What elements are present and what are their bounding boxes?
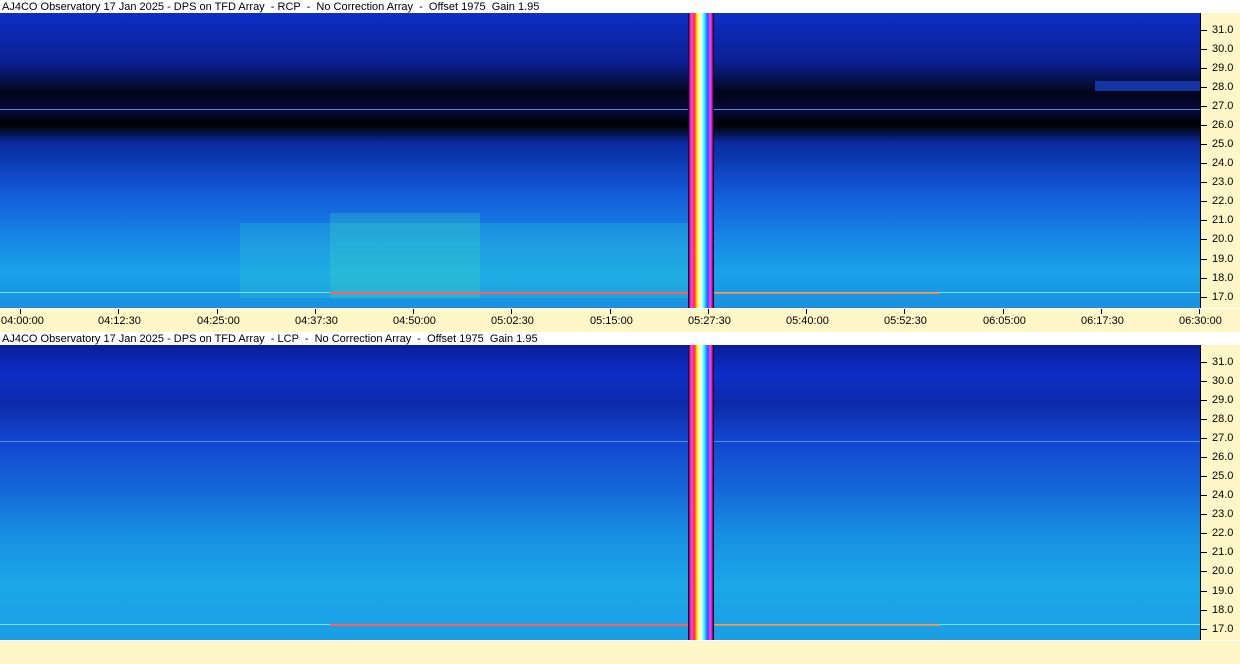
- y-tick-mark: [1201, 438, 1207, 439]
- x-tick-label: 06:17:30: [1081, 315, 1124, 327]
- x-tick-mark: [1199, 309, 1200, 314]
- y-tick-label: 17.0: [1212, 291, 1234, 303]
- y-tick-mark: [1201, 419, 1207, 420]
- x-tick-mark: [413, 309, 414, 314]
- lcp-spectrogram-image: [0, 345, 1200, 640]
- y-tick-label: 31.0: [1212, 24, 1234, 36]
- y-tick-mark: [1201, 182, 1207, 183]
- y-tick-label: 22.0: [1212, 195, 1234, 207]
- y-tick-mark: [1201, 125, 1207, 126]
- x-tick-label: 05:02:30: [491, 315, 534, 327]
- y-tick-mark: [1201, 297, 1207, 298]
- y-tick-label: 23.0: [1212, 508, 1234, 520]
- y-tick-mark: [1201, 68, 1207, 69]
- y-tick-mark: [1201, 362, 1207, 363]
- y-tick-label: 27.0: [1212, 100, 1234, 112]
- y-tick-mark: [1201, 571, 1207, 572]
- y-tick-label: 21.0: [1212, 546, 1234, 558]
- y-tick-mark: [1201, 49, 1207, 50]
- rcp-spectrogram-image: [0, 13, 1200, 308]
- x-tick-label: 06:30:00: [1179, 315, 1222, 327]
- x-tick-mark: [511, 309, 512, 314]
- y-tick-label: 30.0: [1212, 43, 1234, 55]
- y-tick-label: 22.0: [1212, 527, 1234, 539]
- x-tick-mark: [315, 309, 316, 314]
- x-tick-mark: [806, 309, 807, 314]
- rcp-spectrogram: [0, 13, 1200, 308]
- x-tick-mark: [118, 309, 119, 314]
- x-tick-label: 05:15:00: [590, 315, 633, 327]
- y-tick-mark: [1201, 201, 1207, 202]
- y-tick-label: 25.0: [1212, 138, 1234, 150]
- x-tick-mark: [610, 309, 611, 314]
- y-tick-label: 29.0: [1212, 62, 1234, 74]
- y-tick-label: 26.0: [1212, 451, 1234, 463]
- y-tick-mark: [1201, 610, 1207, 611]
- y-tick-mark: [1201, 163, 1207, 164]
- x-tick-label: 06:05:00: [983, 315, 1026, 327]
- x-tick-mark: [708, 309, 709, 314]
- y-tick-label: 18.0: [1212, 272, 1234, 284]
- x-tick-mark: [904, 309, 905, 314]
- x-tick-label: 05:27:30: [688, 315, 731, 327]
- y-tick-mark: [1201, 220, 1207, 221]
- lcp-spectrogram: [0, 345, 1200, 640]
- y-tick-mark: [1201, 278, 1207, 279]
- y-tick-mark: [1201, 476, 1207, 477]
- y-tick-mark: [1201, 30, 1207, 31]
- y-tick-mark: [1201, 144, 1207, 145]
- x-tick-label: 05:52:30: [884, 315, 927, 327]
- y-tick-label: 30.0: [1212, 375, 1234, 387]
- y-tick-mark: [1201, 457, 1207, 458]
- y-tick-mark: [1201, 514, 1207, 515]
- x-tick-label: 04:12:30: [98, 315, 141, 327]
- y-tick-label: 29.0: [1212, 394, 1234, 406]
- y-tick-label: 20.0: [1212, 233, 1234, 245]
- y-tick-label: 23.0: [1212, 176, 1234, 188]
- y-tick-mark: [1201, 495, 1207, 496]
- x-tick-mark: [217, 309, 218, 314]
- y-tick-label: 18.0: [1212, 604, 1234, 616]
- y-tick-mark: [1201, 591, 1207, 592]
- x-tick-label: 04:25:00: [197, 315, 240, 327]
- y-tick-label: 20.0: [1212, 565, 1234, 577]
- y-tick-mark: [1201, 106, 1207, 107]
- x-tick-mark: [1101, 309, 1102, 314]
- y-tick-mark: [1201, 239, 1207, 240]
- y-tick-mark: [1201, 87, 1207, 88]
- y-tick-mark: [1201, 400, 1207, 401]
- y-tick-label: 26.0: [1212, 119, 1234, 131]
- x-tick-label: 05:40:00: [786, 315, 829, 327]
- y-tick-mark: [1201, 259, 1207, 260]
- y-tick-label: 19.0: [1212, 253, 1234, 265]
- y-tick-label: 17.0: [1212, 623, 1234, 635]
- x-tick-label: 04:37:30: [295, 315, 338, 327]
- y-tick-label: 28.0: [1212, 81, 1234, 93]
- y-tick-mark: [1201, 533, 1207, 534]
- x-tick-label: 04:50:00: [393, 315, 436, 327]
- y-tick-label: 24.0: [1212, 157, 1234, 169]
- y-tick-mark: [1201, 381, 1207, 382]
- y-tick-label: 21.0: [1212, 214, 1234, 226]
- y-tick-mark: [1201, 629, 1207, 630]
- x-tick-label: 04:00:00: [1, 315, 44, 327]
- y-tick-label: 25.0: [1212, 470, 1234, 482]
- y-tick-label: 24.0: [1212, 489, 1234, 501]
- y-tick-label: 19.0: [1212, 585, 1234, 597]
- x-tick-mark: [1003, 309, 1004, 314]
- bottom-strip: [0, 641, 1240, 664]
- y-tick-mark: [1201, 552, 1207, 553]
- rcp-title: AJ4CO Observatory 17 Jan 2025 - DPS on T…: [2, 1, 540, 13]
- lcp-title: AJ4CO Observatory 17 Jan 2025 - DPS on T…: [2, 333, 538, 345]
- x-tick-mark: [20, 309, 21, 314]
- y-tick-label: 28.0: [1212, 413, 1234, 425]
- y-tick-label: 31.0: [1212, 356, 1234, 368]
- y-tick-label: 27.0: [1212, 432, 1234, 444]
